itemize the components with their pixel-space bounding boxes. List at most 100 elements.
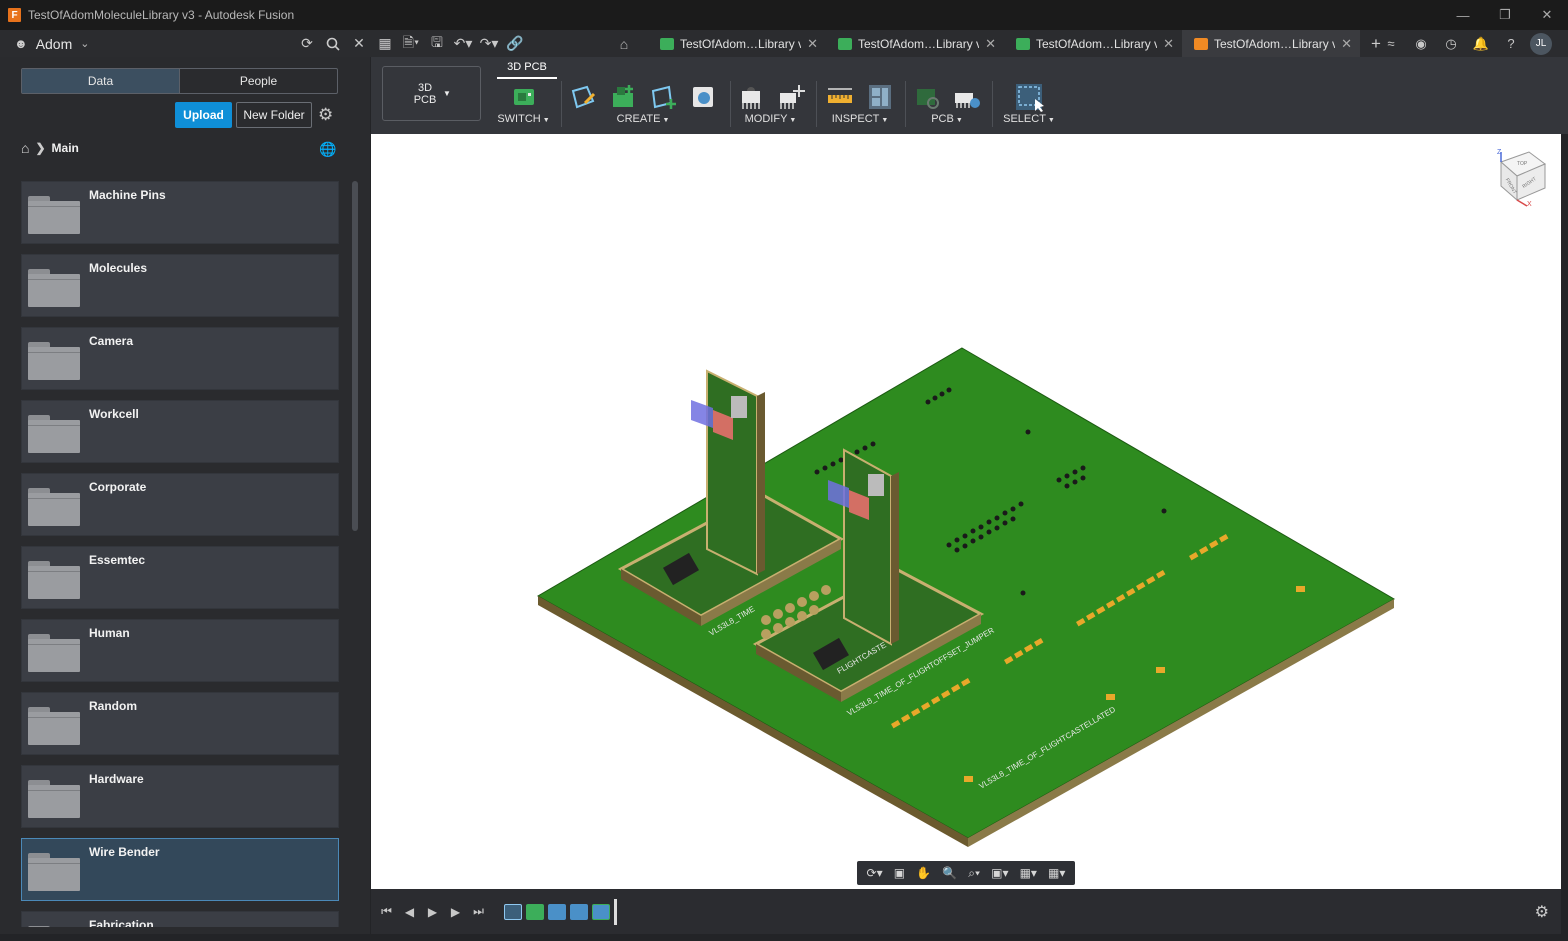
pcb-settings-icon[interactable] — [951, 81, 983, 113]
viewports-icon[interactable]: ▦▾ — [1048, 866, 1065, 880]
minimize-icon[interactable]: — — [1442, 0, 1484, 30]
new-folder-button[interactable]: New Folder — [236, 102, 312, 128]
pcb-link-icon[interactable] — [911, 81, 943, 113]
create-label[interactable]: CREATE ▼ — [567, 113, 719, 125]
workspace-switcher[interactable]: 3D PCB ▼ — [382, 66, 481, 121]
tab-3d-pcb[interactable]: 3D PCB — [497, 59, 557, 79]
close-icon[interactable]: ✕ — [985, 36, 996, 52]
team-selector[interactable]: ☻ Adom ⌄ — [14, 36, 294, 52]
list-item[interactable]: Camera — [21, 327, 339, 390]
sketch-board-icon[interactable] — [567, 81, 599, 113]
doc-tab-v5[interactable]: TestOfAdom…Library v5 ✕ — [826, 30, 1004, 57]
save-icon[interactable]: 🖫 — [424, 31, 450, 57]
select-window-icon[interactable] — [1013, 81, 1045, 113]
timeline-feature-icon[interactable] — [526, 903, 544, 920]
doc-tab-v7[interactable]: TestOfAdom…Library v7 ✕ — [648, 30, 826, 57]
folder-icon — [28, 415, 80, 453]
undo-icon[interactable]: ↶▾ — [450, 31, 476, 57]
pcb-group: PCB ▼ — [909, 79, 985, 131]
display-settings-icon[interactable]: ▣▾ — [991, 866, 1008, 880]
folder-icon — [28, 561, 80, 599]
clock-icon[interactable]: ◷ — [1440, 33, 1462, 55]
grid-apps-icon[interactable]: ▦ — [372, 31, 398, 57]
search-icon[interactable] — [320, 31, 346, 57]
timeline-feature-icon[interactable] — [570, 903, 588, 920]
chip-move-icon[interactable] — [775, 81, 807, 113]
list-item[interactable]: Essemtec — [21, 546, 339, 609]
list-item[interactable]: Molecules — [21, 254, 339, 317]
look-at-icon[interactable]: ▣ — [894, 866, 905, 880]
refresh-icon[interactable]: ⟳ — [294, 31, 320, 57]
globe-icon[interactable]: 🌐 — [319, 141, 336, 158]
select-label[interactable]: SELECT ▼ — [997, 113, 1061, 125]
doc-tab-v3[interactable]: TestOfAdom…Library v3 ✕ — [1182, 30, 1360, 57]
list-item[interactable]: Corporate — [21, 473, 339, 536]
skip-start-icon[interactable]: ⏮ — [375, 904, 398, 919]
timeline-marker[interactable] — [614, 898, 617, 925]
panel-scrollbar[interactable] — [352, 181, 358, 531]
doc-tab-home[interactable]: ⌂ — [608, 30, 648, 57]
section-analysis-icon[interactable] — [864, 81, 896, 113]
orbit-icon[interactable]: ⟳▾ — [867, 866, 883, 880]
extensions-icon[interactable]: ≈ — [1380, 33, 1402, 55]
switch-board-icon[interactable] — [508, 81, 540, 113]
view-cube[interactable]: TOP FRONT RIGHT Z X — [1497, 149, 1546, 208]
gear-icon[interactable]: ⚙ — [1535, 902, 1549, 922]
doc-tab-v6[interactable]: TestOfAdom…Library v6 ✕ — [1004, 30, 1182, 57]
3d-viewport[interactable]: VL53L8_TIME_OF_FLIGHTCASTELLATED VL53L8_… — [371, 134, 1561, 889]
folder-icon — [28, 342, 80, 380]
upload-button[interactable]: Upload — [175, 102, 232, 128]
breadcrumb-main[interactable]: Main — [52, 141, 79, 155]
list-item[interactable]: Fabrication — [21, 911, 339, 927]
close-icon[interactable]: ✕ — [1341, 36, 1352, 52]
timeline-feature-icon[interactable] — [548, 903, 566, 920]
play-icon[interactable]: ▶ — [421, 905, 444, 919]
add-region-icon[interactable] — [647, 81, 679, 113]
pan-icon[interactable]: ✋ — [916, 866, 931, 880]
job-status-icon[interactable]: ◉ — [1410, 33, 1432, 55]
close-icon[interactable]: ✕ — [1163, 36, 1174, 52]
list-item[interactable]: Human — [21, 619, 339, 682]
folder-list: Machine Pins Molecules Camera Workcell C… — [21, 181, 341, 927]
fusion-window: F TestOfAdomMoleculeLibrary v3 - Autodes… — [0, 0, 1568, 941]
chip-modify-icon[interactable] — [735, 81, 767, 113]
inspect-label[interactable]: INSPECT ▼ — [821, 113, 899, 125]
gear-icon[interactable]: ⚙ — [318, 105, 333, 125]
workspace-label: 3D PCB — [413, 81, 437, 106]
timeline-feature-icon[interactable] — [504, 903, 522, 920]
tab-people[interactable]: People — [179, 69, 337, 93]
pcb-3d-model[interactable]: VL53L8_TIME_OF_FLIGHTCASTELLATED VL53L8_… — [371, 134, 1561, 889]
tab-data[interactable]: Data — [22, 69, 179, 93]
timeline-feature-icon[interactable] — [592, 903, 610, 920]
file-menu-icon[interactable]: 🗎▾ — [398, 31, 424, 57]
close-panel-icon[interactable]: ✕ — [346, 31, 372, 57]
modify-label[interactable]: MODIFY ▼ — [733, 113, 808, 125]
help-icon[interactable]: ? — [1500, 33, 1522, 55]
step-back-icon[interactable]: ◀ — [398, 905, 421, 919]
measure-icon[interactable] — [824, 81, 856, 113]
zoom-icon[interactable]: 🔍 — [942, 866, 957, 880]
avatar[interactable]: JL — [1530, 32, 1552, 55]
grid-icon[interactable]: ▦▾ — [1020, 866, 1037, 880]
list-item[interactable]: Hardware — [21, 765, 339, 828]
create-board-icon[interactable] — [607, 81, 639, 113]
list-item-selected[interactable]: Wire Bender — [21, 838, 339, 901]
list-item[interactable]: Random — [21, 692, 339, 755]
data-panel: Data People Upload New Folder ⚙ ⌂ ❯ Main… — [0, 57, 370, 941]
skip-end-icon[interactable]: ⏭ — [467, 904, 490, 919]
folder-icon — [28, 853, 80, 891]
bell-icon[interactable]: 🔔 — [1470, 33, 1492, 55]
fit-icon[interactable]: ⌕▾ — [968, 866, 980, 881]
close-icon[interactable]: ✕ — [807, 36, 818, 52]
redo-icon[interactable]: ↷▾ — [476, 31, 502, 57]
link-icon[interactable]: 🔗 — [502, 31, 528, 57]
step-forward-icon[interactable]: ▶ — [444, 905, 467, 919]
switch-label[interactable]: SWITCH ▼ — [491, 113, 556, 125]
component-3d-icon[interactable] — [687, 81, 719, 113]
list-item[interactable]: Workcell — [21, 400, 339, 463]
restore-icon[interactable]: ❐ — [1484, 0, 1526, 30]
close-window-icon[interactable]: ✕ — [1526, 0, 1568, 30]
pcb-label[interactable]: PCB ▼ — [909, 113, 985, 125]
list-item[interactable]: Machine Pins — [21, 181, 339, 244]
home-icon[interactable]: ⌂ — [21, 140, 29, 156]
